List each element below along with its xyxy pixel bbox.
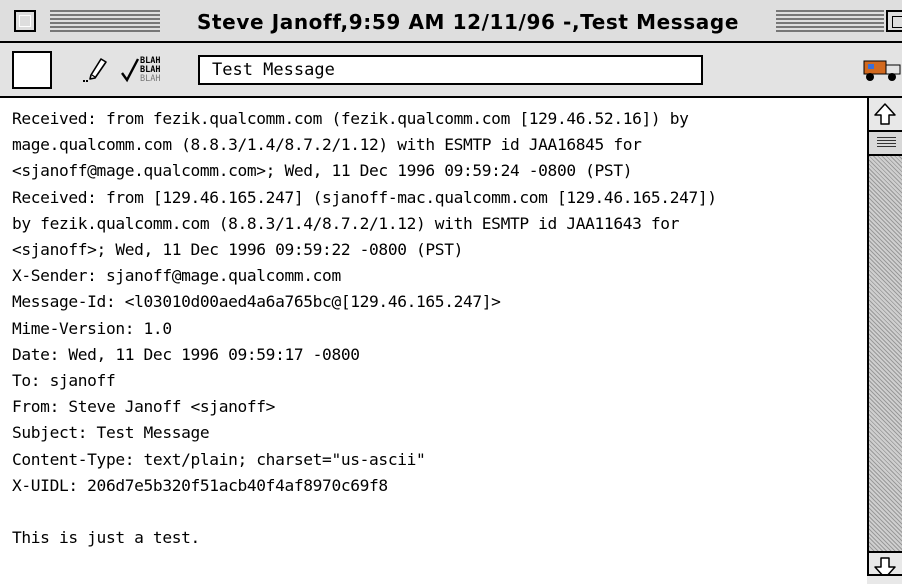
window-title: Steve Janoff,9:59 AM 12/11/96 -,Test Mes… (168, 8, 768, 36)
scroll-track[interactable] (869, 156, 902, 551)
resize-box[interactable] (867, 574, 902, 584)
close-box[interactable] (14, 10, 36, 32)
title-bar[interactable]: Steve Janoff,9:59 AM 12/11/96 -,Test Mes… (0, 0, 902, 43)
message-window: Steve Janoff,9:59 AM 12/11/96 -,Test Mes… (0, 0, 902, 584)
title-bar-stripes-right (776, 10, 884, 34)
title-bar-stripes-left (50, 10, 160, 34)
blah-icon[interactable]: BLAH BLAH BLAH (120, 53, 178, 87)
subject-field[interactable]: Test Message (198, 55, 703, 85)
scroll-thumb[interactable] (869, 132, 902, 156)
message-text[interactable]: Received: from fezik.qualcomm.com (fezik… (0, 98, 867, 551)
message-body[interactable]: Received: from fezik.qualcomm.com (fezik… (0, 98, 867, 584)
truck-icon[interactable] (862, 57, 902, 83)
up-arrow-icon (874, 103, 896, 125)
scroll-up-arrow[interactable] (869, 98, 902, 132)
message-toolbar: BLAH BLAH BLAH Test Message (0, 43, 902, 98)
pen-icon[interactable] (82, 57, 108, 83)
zoom-box[interactable] (886, 10, 902, 32)
priority-box[interactable] (12, 51, 52, 89)
vertical-scrollbar[interactable] (867, 98, 902, 584)
svg-text:BLAH: BLAH (140, 74, 160, 84)
